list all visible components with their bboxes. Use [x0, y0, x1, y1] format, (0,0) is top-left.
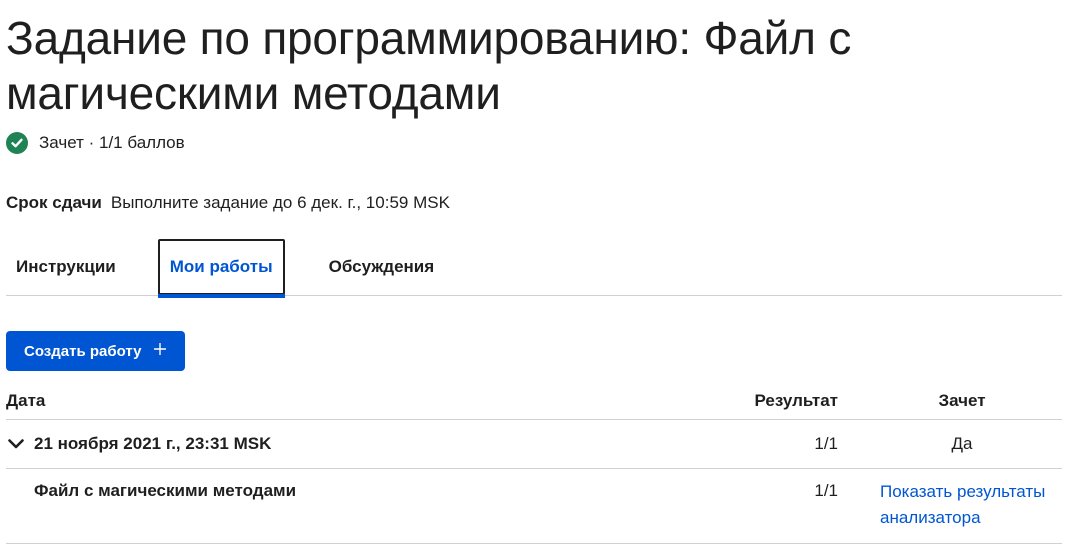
submission-result: 1/1 — [814, 434, 838, 453]
file-result: 1/1 — [814, 481, 838, 500]
page-title: Задание по программированию: Файл с маги… — [6, 12, 852, 119]
header-pass: Зачет — [938, 391, 986, 410]
deadline: Срок сдачи Выполните задание до 6 дек. г… — [6, 193, 1072, 213]
table-header-row: Дата Результат Зачет — [6, 383, 1062, 420]
assignment-page: Задание по программированию: Файл с маги… — [0, 0, 1072, 551]
header-result: Результат — [754, 391, 839, 410]
analyzer-results-link[interactable]: Показать результаты анализатора — [880, 482, 1045, 527]
file-link-cell: Показать результаты анализатора — [862, 479, 1062, 531]
file-name: Файл с магическими методами — [34, 481, 297, 500]
grade-status: Зачет · 1/1 баллов — [6, 131, 1072, 155]
create-submission-button[interactable]: Создать работу — [6, 331, 186, 371]
deadline-text: Выполните задание до 6 дек. г., 10:59 MS… — [110, 193, 450, 212]
submission-date: 21 ноября 2021 г., 23:31 MSK — [34, 434, 272, 453]
submission-date-cell: 21 ноября 2021 г., 23:31 MSK — [6, 434, 712, 454]
create-submission-label: Создать работу — [24, 342, 142, 360]
check-circle-icon — [6, 132, 28, 154]
tab-bar: Инструкции Мои работы Обсуждения — [6, 237, 1062, 298]
header-date: Дата — [6, 391, 46, 410]
table-row: 21 ноября 2021 г., 23:31 MSK 1/1 Да — [6, 420, 1062, 469]
plus-icon — [153, 342, 167, 360]
tab-instructions[interactable]: Инструкции — [6, 239, 126, 295]
deadline-label: Срок сдачи — [6, 193, 102, 212]
chevron-down-icon[interactable] — [6, 439, 26, 449]
tab-my-submissions[interactable]: Мои работы — [157, 239, 285, 298]
submissions-table: Дата Результат Зачет 21 ноября 2021 г., … — [6, 383, 1062, 544]
tab-discussions[interactable]: Обсуждения — [319, 239, 445, 295]
table-row: Файл с магическими методами 1/1 Показать… — [6, 469, 1062, 544]
submission-pass: Да — [951, 434, 973, 453]
grade-status-text: Зачет · 1/1 баллов — [39, 133, 185, 152]
